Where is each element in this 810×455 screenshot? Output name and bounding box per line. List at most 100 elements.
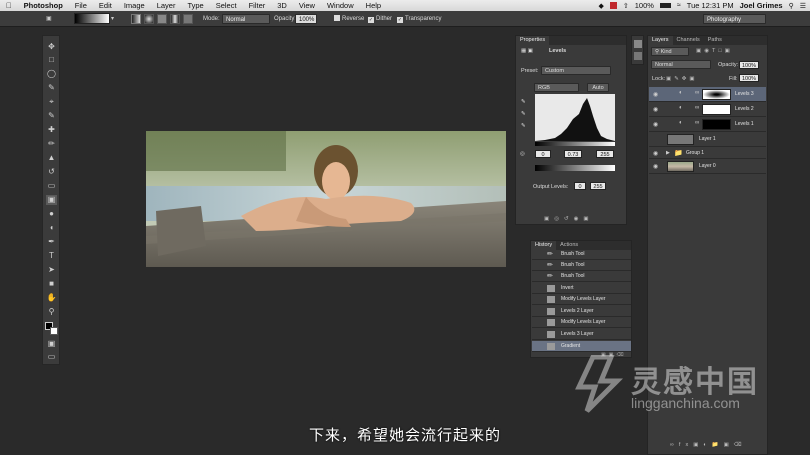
dither-checkbox[interactable]: ✓ Dither [368,14,392,24]
eyedropper-tool-icon[interactable]: ✎ [46,111,57,121]
menu-filter[interactable]: Filter [243,0,272,11]
menu-file[interactable]: File [69,0,93,11]
gradient-tool-icon[interactable]: ▣ [46,195,57,205]
tab-channels[interactable]: Channels [673,36,704,45]
tab-paths[interactable]: Paths [704,36,726,45]
gradient-tool-icon[interactable]: ▣ [46,14,52,24]
dodge-tool-icon[interactable]: ◖ [46,223,57,233]
blur-tool-icon[interactable]: ● [46,209,57,219]
zoom-tool-icon[interactable]: ⚲ [46,307,57,317]
output-black-field[interactable]: 0 [574,182,586,190]
visibility-eye-icon[interactable]: ◉ [653,91,658,98]
tab-layers[interactable]: Layers [648,36,673,45]
fill-field[interactable]: 100% [739,74,759,82]
workspace-select[interactable]: Photography [703,14,766,24]
layer-row[interactable]: ◉ Layer 0 [649,159,766,174]
menu-edit[interactable]: Edit [93,0,118,11]
apple-icon[interactable]:  [0,0,18,11]
layer-thumbnail[interactable] [667,161,694,172]
layer-row[interactable]: ◉ ◐ ∞ Levels 2 [649,102,766,117]
history-item[interactable]: Levels 2 Layer [532,306,631,317]
quick-select-tool-icon[interactable]: ✎ [46,83,57,93]
history-brush-tool-icon[interactable]: ↺ [46,167,57,177]
layer-row-selected[interactable]: ◉ ◐ ∞ Levels 3 [649,87,766,102]
battery-percent[interactable]: 100% [635,1,654,10]
menu-help[interactable]: Help [360,0,387,11]
white-point-eyedropper-icon[interactable]: ✎ [521,123,526,129]
layer-row[interactable]: ◉ ◐ ∞ Levels 1 [649,117,766,132]
lock-icons[interactable]: ▣✎✥▣ [666,76,698,82]
output-levels-track[interactable] [535,165,615,171]
tab-properties[interactable]: Properties [516,36,550,45]
blend-mode-select[interactable]: Normal [651,60,711,69]
input-black-field[interactable]: 0 [535,150,551,158]
info-panel-icon[interactable] [634,40,642,48]
layer-opacity-field[interactable]: 100% [739,61,759,69]
document-canvas[interactable] [146,131,506,267]
auto-button[interactable]: Auto [587,83,609,92]
diamond-gradient-button[interactable] [183,14,193,24]
black-point-eyedropper-icon[interactable]: ✎ [521,99,526,105]
visibility-eye-icon[interactable]: ◉ [653,163,658,170]
history-item[interactable]: Invert [532,283,631,294]
gray-point-eyedropper-icon[interactable]: ✎ [521,111,526,117]
crop-tool-icon[interactable]: ⌖ [46,97,57,107]
screen-mode-icon[interactable]: ▭ [46,352,57,362]
layer-mask-thumbnail[interactable] [702,119,731,130]
bluetooth-icon[interactable]: ⇧ [623,2,629,10]
angle-gradient-button[interactable] [157,14,167,24]
hand-tool-icon[interactable]: ✋ [46,293,57,303]
dropbox-icon[interactable]: ◆ [598,2,603,10]
menu-window[interactable]: Window [321,0,360,11]
menu-view[interactable]: View [293,0,321,11]
menu-select[interactable]: Select [210,0,243,11]
layer-thumbnail[interactable] [667,134,694,145]
adjustments-panel-icon[interactable] [634,52,642,60]
history-item[interactable]: ✏ Brush Tool [532,260,631,271]
radial-gradient-button[interactable] [144,14,154,24]
layer-mask-thumbnail[interactable] [702,104,731,115]
input-gamma-field[interactable]: 0.73 [564,150,582,158]
marquee-tool-icon[interactable]: □ [46,55,57,65]
input-white-field[interactable]: 255 [596,150,614,158]
menu-layer[interactable]: Layer [151,0,182,11]
properties-footer-icons[interactable]: ▣◎↺◉▣ [544,216,594,222]
history-item[interactable]: Modify Levels Layer [532,294,631,305]
background-color-swatch[interactable] [50,327,58,335]
history-item[interactable]: ✏ Brush Tool [532,249,631,260]
reflected-gradient-button[interactable] [170,14,180,24]
menu-image[interactable]: Image [118,0,151,11]
shape-tool-icon[interactable]: ■ [46,279,57,289]
filter-icons[interactable]: ▣◉T□▣ [696,48,733,54]
search-icon[interactable]: ⚲ [789,2,794,10]
history-item-selected[interactable]: Gradient [532,341,631,352]
input-levels-track[interactable] [535,142,615,146]
wifi-icon[interactable]: ≈ [677,2,681,9]
clipping-icon[interactable]: ◎ [520,151,525,157]
filter-kind-select[interactable]: ⚲ Kind [651,47,689,56]
layer-row[interactable]: Layer 1 [649,132,766,147]
history-item[interactable]: ✏ Brush Tool [532,271,631,282]
layer-mask-thumbnail[interactable] [702,89,731,100]
gradient-picker-chevron-icon[interactable]: ▾ [111,14,114,24]
visibility-eye-icon[interactable]: ◉ [653,121,658,128]
app-menu[interactable]: Photoshop [18,0,69,11]
eraser-tool-icon[interactable]: ▭ [46,181,57,191]
quick-mask-icon[interactable]: ▣ [46,339,57,349]
output-white-field[interactable]: 255 [590,182,606,190]
lasso-tool-icon[interactable]: ◯ [46,69,57,79]
preset-select[interactable]: Custom [541,66,611,75]
pen-tool-icon[interactable]: ✒ [46,237,57,247]
menu-type[interactable]: Type [181,0,209,11]
expand-arrow-icon[interactable]: ▶ [666,150,670,156]
list-icon[interactable]: ☰ [800,2,806,10]
linear-gradient-button[interactable] [131,14,141,24]
history-item[interactable]: Levels 3 Layer [532,329,631,340]
gradient-preview[interactable] [74,13,110,24]
status-icon[interactable] [609,2,617,9]
brush-tool-icon[interactable]: ✏ [46,139,57,149]
move-tool-icon[interactable]: ✥ [46,42,57,52]
path-select-tool-icon[interactable]: ➤ [46,265,57,275]
type-tool-icon[interactable]: T [46,251,57,261]
stamp-tool-icon[interactable]: ▲ [46,153,57,163]
